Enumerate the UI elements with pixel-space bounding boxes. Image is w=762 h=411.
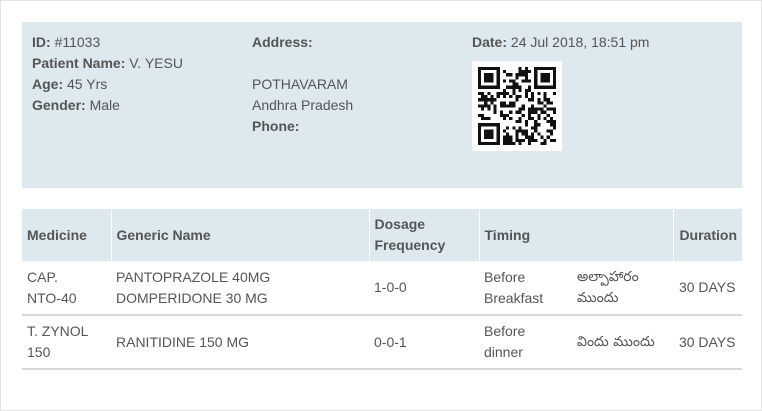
medicine-line-1: CAP.: [27, 268, 58, 285]
header-dosage-line-1: Dosage: [374, 216, 426, 232]
date-value: 24 Jul 2018, 18:51 pm: [510, 34, 650, 50]
patient-info-panel: ID: #11033 Patient Name: V. YESU Age: 45…: [22, 22, 742, 188]
prescription-table: Medicine Generic Name Dosage Frequency T…: [22, 209, 742, 370]
cell-generic-name: PANTOPRAZOLE 40MG DOMPERIDONE 30 MG: [111, 261, 369, 315]
timing-local-line-1: విందు ముందు: [577, 333, 655, 350]
patient-name-line: Patient Name: V. YESU: [32, 53, 252, 74]
table-row: T. ZYNOL 150 RANITIDINE 150 MG 0-0-1 Bef…: [22, 315, 742, 369]
cell-medicine: CAP. NTO-40: [22, 261, 111, 315]
cell-timing: Before Breakfast: [479, 261, 572, 315]
medicine-line-2: 150: [27, 344, 51, 360]
patient-age-line: Age: 45 Yrs: [32, 74, 252, 95]
cell-duration: 30 DAYS: [678, 333, 736, 350]
patient-gender-value: Male: [89, 97, 120, 113]
patient-id-value: #11033: [54, 34, 101, 50]
table-header-row: Medicine Generic Name Dosage Frequency T…: [22, 209, 742, 261]
cell-dosage: 1-0-0: [374, 279, 407, 295]
address-spacer: [252, 53, 472, 74]
header-dosage-line-2: Frequency: [374, 237, 446, 253]
medicine-line-1: T. ZYNOL: [27, 323, 89, 339]
cell-duration: 30 DAYS: [678, 279, 736, 295]
cell-dosage: 0-0-1: [374, 333, 407, 350]
patient-id-label: ID:: [32, 34, 51, 50]
timing-local-line-1: అల్పాహారం: [577, 268, 639, 285]
qr-code-graphic: [478, 67, 556, 145]
patient-name-label: Patient Name:: [32, 55, 126, 71]
timing-line-2: dinner: [484, 344, 523, 360]
patient-age-value: 45 Yrs: [67, 76, 108, 92]
timing-line-1: Before: [484, 323, 526, 339]
medicine-line-2: NTO-40: [27, 289, 77, 306]
patient-id-line: ID: #11033: [32, 32, 252, 53]
cell-timing-local: విందు ముందు: [572, 315, 674, 369]
address-label: Address:: [252, 34, 313, 50]
cell-timing: Before dinner: [479, 315, 572, 369]
cell-medicine: T. ZYNOL 150: [22, 315, 111, 369]
header-timing: Timing: [479, 209, 675, 261]
qr-code-icon: [472, 61, 562, 151]
header-generic-name: Generic Name: [111, 209, 370, 261]
phone-label: Phone:: [252, 118, 300, 134]
patient-name-value: V. YESU: [129, 55, 183, 71]
patient-gender-label: Gender:: [32, 97, 86, 113]
table-row: CAP. NTO-40 PANTOPRAZOLE 40MG DOMPERIDON…: [22, 261, 742, 315]
visit-date-column: Date: 24 Jul 2018, 18:51 pm: [472, 32, 742, 151]
cell-generic-name: RANITIDINE 150 MG: [111, 315, 369, 369]
date-line: Date: 24 Jul 2018, 18:51 pm: [472, 32, 742, 53]
generic-line-1: PANTOPRAZOLE 40MG: [116, 268, 271, 285]
patient-age-label: Age:: [32, 76, 64, 92]
timing-local-line-2: ముందు: [577, 289, 619, 306]
cell-timing-local: అల్పాహారం ముందు: [572, 261, 674, 315]
page-frame: ID: #11033 Patient Name: V. YESU Age: 45…: [0, 0, 762, 411]
timing-line-2: Breakfast: [484, 289, 544, 306]
date-label: Date:: [472, 34, 508, 50]
patient-gender-line: Gender: Male: [32, 95, 252, 116]
generic-line-1: RANITIDINE 150 MG: [116, 333, 250, 350]
timing-line-1: Before: [484, 268, 526, 285]
header-duration: Duration: [679, 226, 737, 243]
patient-identity-column: ID: #11033 Patient Name: V. YESU Age: 45…: [32, 32, 252, 116]
phone-line: Phone:: [252, 116, 472, 137]
patient-address-column: Address: POTHAVARAM Andhra Pradesh Phone…: [252, 32, 472, 137]
address-line-2: Andhra Pradesh: [252, 97, 354, 113]
header-medicine: Medicine: [22, 209, 112, 261]
address-line-1: POTHAVARAM: [252, 76, 348, 92]
generic-line-2: DOMPERIDONE 30 MG: [116, 289, 268, 306]
header-dosage-frequency: Dosage Frequency: [369, 209, 480, 261]
